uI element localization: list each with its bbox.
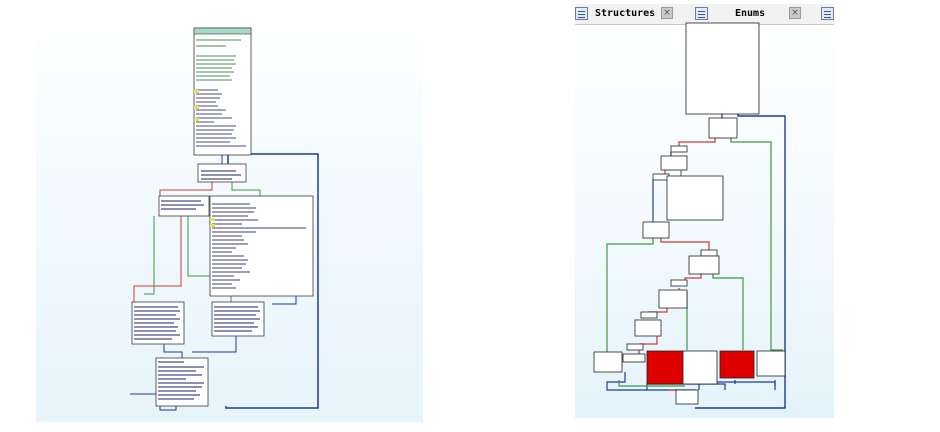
left-graph-canvas (130, 27, 319, 411)
cfg-node (670, 145, 688, 153)
edge (144, 216, 155, 295)
graph-node-5 (131, 301, 185, 345)
cfg-node (642, 221, 670, 239)
cfg-node-exit (675, 389, 699, 405)
cfg-node (688, 255, 720, 275)
graph-node-3 (158, 195, 210, 217)
cfg-node (700, 249, 718, 257)
right-graph-view[interactable]: Structures × Enums × (575, 4, 834, 418)
cfg-node-highlighted (719, 350, 755, 379)
cfg-node-highlighted (646, 350, 684, 385)
cfg-node (634, 319, 662, 337)
cfg-node (660, 155, 688, 171)
edge (231, 181, 261, 196)
cfg-node (756, 350, 786, 377)
cfg-node (652, 173, 670, 181)
cfg-node (640, 311, 658, 319)
graph-node-entry (193, 27, 252, 156)
edge (159, 181, 213, 196)
cfg-node (593, 351, 623, 373)
graph-node-2 (197, 163, 247, 183)
left-graph-view[interactable] (36, 6, 423, 422)
cfg-node (708, 117, 738, 139)
graph-node-4 (209, 195, 314, 297)
cfg-node-entry (685, 22, 760, 115)
right-graph-canvas (593, 22, 786, 409)
edge (133, 216, 182, 302)
cfg-node (666, 175, 724, 221)
cfg-node (682, 350, 718, 385)
graph-node-7 (155, 357, 209, 407)
cfg-node (626, 343, 644, 351)
graph-node-6 (211, 301, 265, 337)
cfg-node (658, 289, 688, 309)
edge (272, 296, 297, 305)
cfg-node (670, 279, 688, 287)
edge (192, 336, 237, 353)
cfg-node (622, 353, 646, 363)
edge (163, 344, 183, 358)
